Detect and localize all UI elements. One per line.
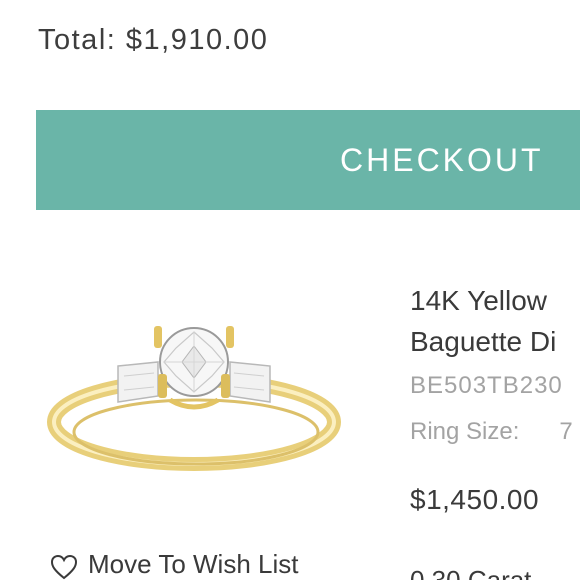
prong-left-back	[154, 326, 162, 348]
prong-right-back	[226, 326, 234, 348]
prong-right-front	[221, 374, 230, 398]
product-sku: BE503TB230	[410, 372, 563, 399]
checkout-button-label: CHECKOUT	[340, 142, 544, 178]
next-item-title[interactable]: 0.30 Carat	[410, 565, 531, 580]
item-price: $1,450.00	[410, 484, 540, 515]
total-label: Total:	[38, 24, 117, 56]
prong-left-front	[158, 374, 167, 398]
ring-image[interactable]	[34, 318, 346, 488]
wishlist-label: Move To Wish List	[88, 548, 299, 579]
product-title-line2: Baguette Di	[410, 326, 557, 357]
checkout-button[interactable]: CHECKOUT	[36, 110, 580, 210]
ring-size: Ring Size: 7	[410, 418, 573, 446]
total-value: $1,910.00	[125, 24, 269, 56]
heart-outline-icon	[50, 554, 78, 580]
cart-page: Total: $1,910.00 CHECKOUT Move To Wish L…	[0, 0, 580, 580]
move-to-wishlist-link[interactable]: Move To Wish List	[50, 548, 298, 580]
ring-size-value: 7	[559, 418, 573, 445]
cart-total: Total: $1,910.00	[38, 24, 268, 57]
product-title-line1: 14K Yellow	[410, 285, 548, 316]
baguette-right	[229, 361, 271, 403]
ring-size-label: Ring Size:	[410, 418, 520, 445]
ring-band-inner	[72, 398, 320, 466]
product-title[interactable]: 14K Yellow Baguette Di	[410, 280, 556, 362]
baguette-left	[117, 361, 159, 403]
